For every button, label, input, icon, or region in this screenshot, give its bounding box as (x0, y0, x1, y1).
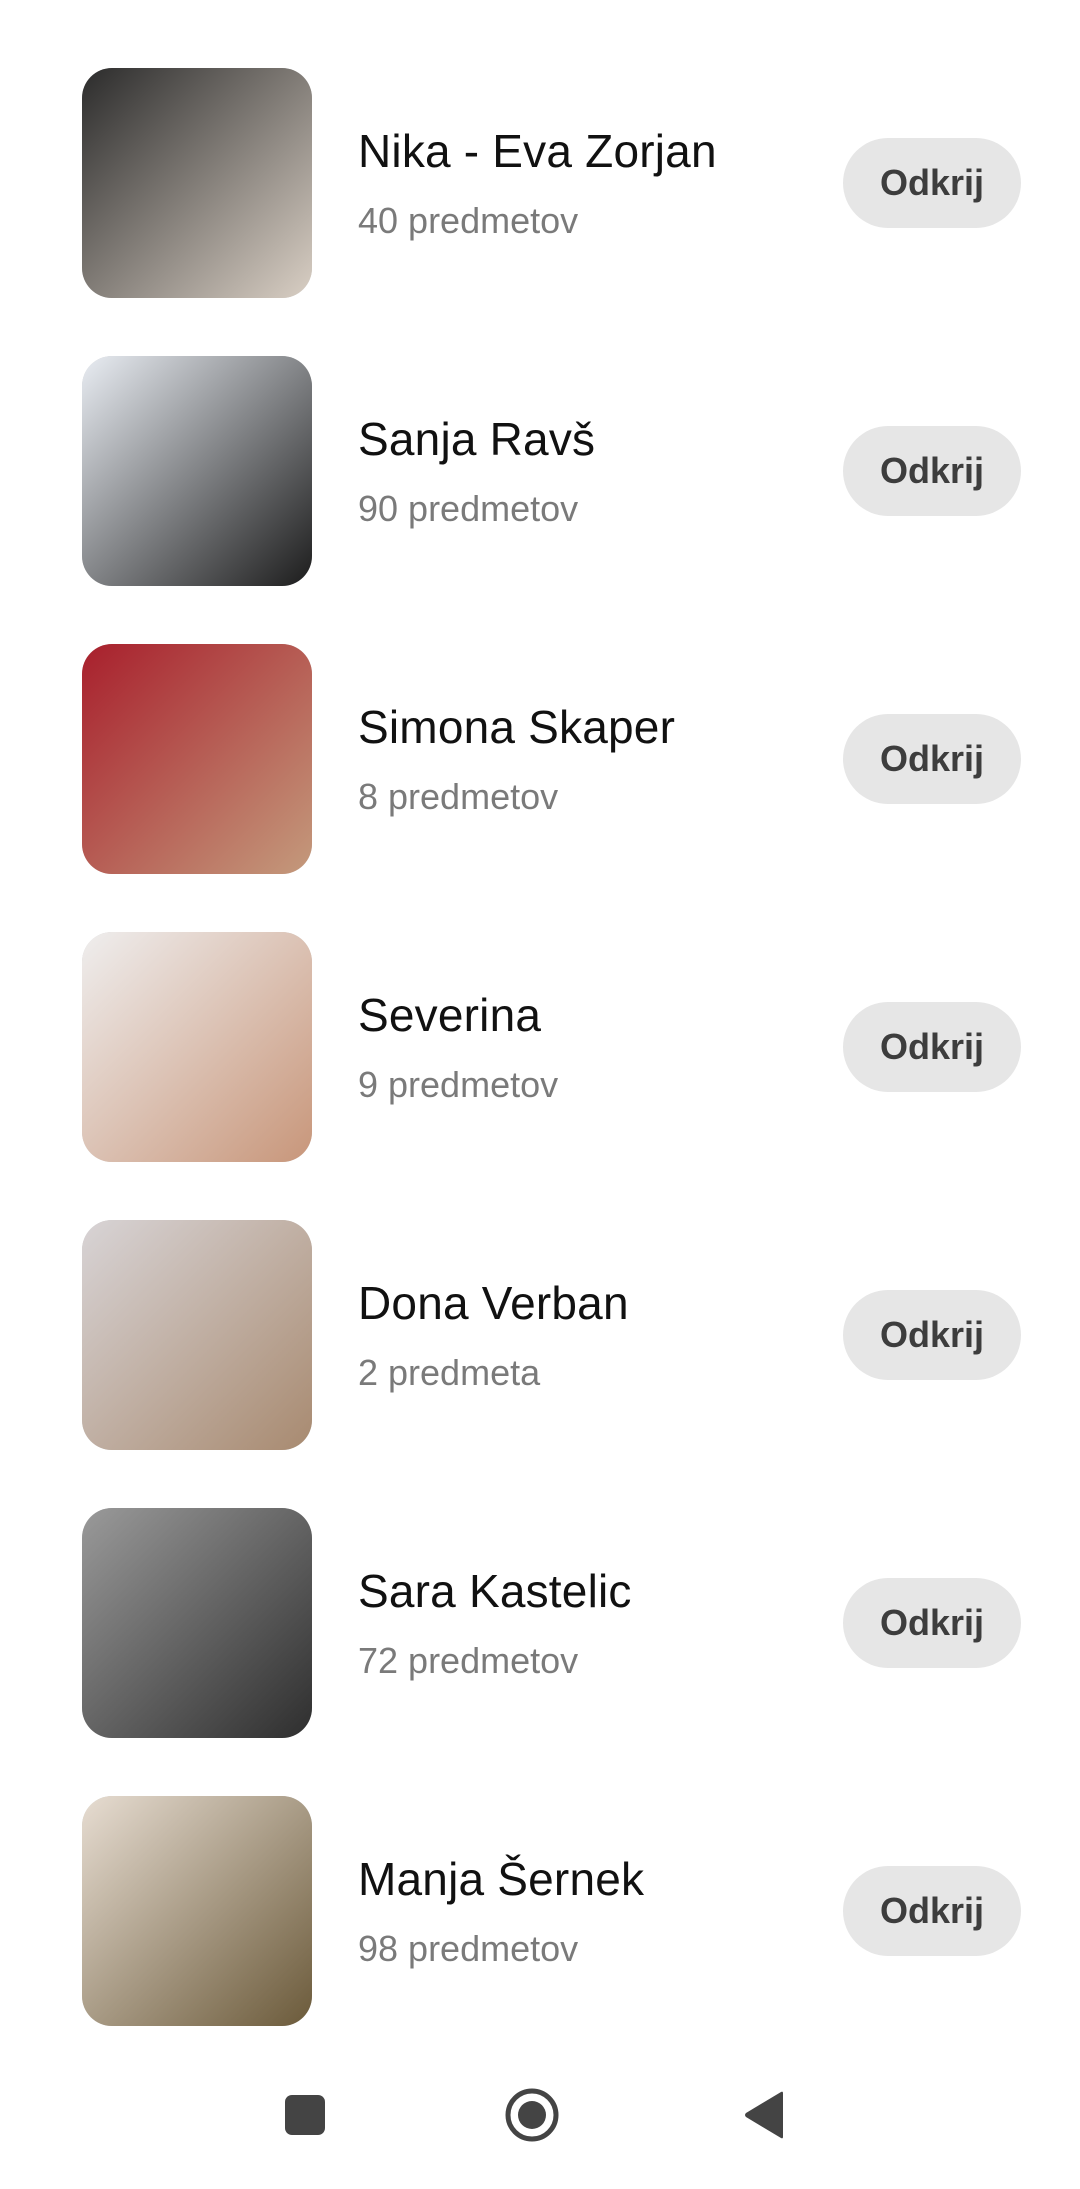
recent-apps-icon[interactable] (270, 2080, 340, 2150)
contact-name: Simona Skaper (358, 701, 676, 753)
contact-name: Sanja Ravš (358, 413, 596, 465)
avatar-image (82, 1796, 312, 2026)
reveal-button[interactable]: Odkrij (843, 138, 1021, 228)
contact-name: Dona Verban (358, 1277, 629, 1329)
list-item[interactable]: Nika - Eva Zorjan 40 predmetov Odkrij (0, 68, 1080, 298)
avatar[interactable] (82, 1508, 312, 1738)
avatar-image (82, 932, 312, 1162)
item-count: 8 predmetov (358, 776, 559, 817)
system-navigation-bar (0, 2060, 1080, 2189)
reveal-button[interactable]: Odkrij (843, 426, 1021, 516)
home-icon[interactable] (497, 2080, 567, 2150)
avatar-image (82, 68, 312, 298)
reveal-button[interactable]: Odkrij (843, 1002, 1021, 1092)
contact-name: Severina (358, 989, 542, 1041)
avatar-image (82, 1508, 312, 1738)
reveal-button[interactable]: Odkrij (843, 1578, 1021, 1668)
avatar-image (82, 1220, 312, 1450)
reveal-button[interactable]: Odkrij (843, 1290, 1021, 1380)
list-item[interactable]: Sanja Ravš 90 predmetov Odkrij (0, 356, 1080, 586)
item-count: 2 predmeta (358, 1352, 541, 1393)
list-item[interactable]: Severina 9 predmetov Odkrij (0, 932, 1080, 1162)
avatar[interactable] (82, 1220, 312, 1450)
reveal-button[interactable]: Odkrij (843, 714, 1021, 804)
list-item[interactable]: Dona Verban 2 predmeta Odkrij (0, 1220, 1080, 1450)
contact-name: Manja Šernek (358, 1853, 645, 1905)
avatar[interactable] (82, 932, 312, 1162)
item-count: 40 predmetov (358, 200, 579, 241)
avatar[interactable] (82, 68, 312, 298)
list-item[interactable]: Manja Šernek 98 predmetov Odkrij (0, 1796, 1080, 2026)
avatar[interactable] (82, 356, 312, 586)
screen: Nika - Eva Zorjan 40 predmetov Odkrij Sa… (0, 0, 1080, 2189)
home-icon-graphic (505, 2088, 559, 2142)
recent-apps-icon-graphic (285, 2095, 325, 2135)
avatar[interactable] (82, 644, 312, 874)
item-count: 90 predmetov (358, 488, 579, 529)
list-item[interactable]: Simona Skaper 8 predmetov Odkrij (0, 644, 1080, 874)
contact-name: Sara Kastelic (358, 1565, 632, 1617)
back-icon-graphic (745, 2091, 783, 2139)
avatar[interactable] (82, 1796, 312, 2026)
contact-name: Nika - Eva Zorjan (358, 125, 717, 177)
avatar-image (82, 644, 312, 874)
back-icon[interactable] (730, 2080, 800, 2150)
list-item[interactable]: Sara Kastelic 72 predmetov Odkrij (0, 1508, 1080, 1738)
item-count: 72 predmetov (358, 1640, 579, 1681)
avatar-image (82, 356, 312, 586)
item-count: 98 predmetov (358, 1928, 579, 1969)
item-count: 9 predmetov (358, 1064, 559, 1105)
reveal-button[interactable]: Odkrij (843, 1866, 1021, 1956)
